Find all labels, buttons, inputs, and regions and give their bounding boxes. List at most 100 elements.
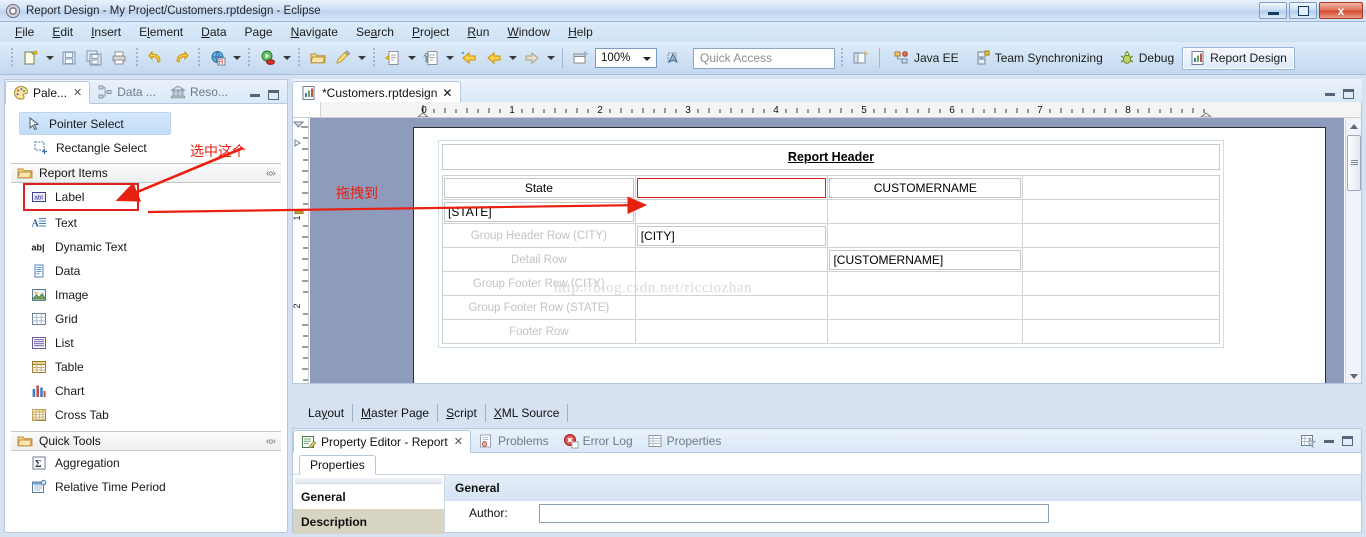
tab-palette[interactable]: Pale... ✕ xyxy=(5,81,91,104)
undo-icon[interactable] xyxy=(144,47,167,70)
table-row[interactable]: Footer Row xyxy=(442,319,1220,344)
scroll-down-button[interactable] xyxy=(1346,368,1361,383)
maximize-property-view-icon[interactable] xyxy=(1342,436,1353,446)
perspective-javaee[interactable]: Java EE xyxy=(886,47,967,70)
inner-tab-properties[interactable]: Properties xyxy=(299,455,376,475)
minimize-button[interactable] xyxy=(1259,2,1287,19)
menu-window[interactable]: Window xyxy=(498,23,559,41)
report-header-cell[interactable]: Report Header xyxy=(442,144,1220,170)
palette-item-grid[interactable]: Grid xyxy=(11,307,281,331)
tab-error-log[interactable]: Error Log xyxy=(556,430,640,452)
tab-data-explorer[interactable]: Data ... xyxy=(90,81,163,103)
new-dropdown-arrow[interactable] xyxy=(43,47,56,69)
cell-state-header[interactable]: State xyxy=(444,177,634,198)
tab-script[interactable]: Script xyxy=(438,404,486,422)
table-row[interactable]: [STATE] xyxy=(442,199,1220,224)
property-nav-description[interactable]: Description xyxy=(293,509,444,534)
menu-navigate[interactable]: Navigate xyxy=(282,23,347,41)
table-row[interactable]: Group Footer Row (STATE) xyxy=(442,295,1220,320)
property-nav-general[interactable]: General xyxy=(293,484,444,509)
maximize-view-icon[interactable] xyxy=(268,90,279,100)
tab-resource-explorer[interactable]: Reso... xyxy=(163,81,235,103)
menu-insert[interactable]: Insert xyxy=(82,23,130,41)
tab-property-editor[interactable]: Property Editor - Report ✕ xyxy=(293,430,471,453)
next-annotation-icon[interactable] xyxy=(381,47,404,70)
forward-dropdown-arrow[interactable] xyxy=(544,47,557,69)
close-button[interactable]: x xyxy=(1319,2,1363,19)
close-icon[interactable]: ✕ xyxy=(442,86,452,100)
report-page[interactable]: Report Header State CUSTOMERNAME [STATE]… xyxy=(413,127,1326,383)
design-canvas[interactable]: Report Header State CUSTOMERNAME [STATE]… xyxy=(310,118,1344,383)
view-menu-icon[interactable] xyxy=(1300,433,1316,449)
print-icon[interactable] xyxy=(107,47,130,70)
palette-tool-rectangle-select[interactable]: Rectangle Select xyxy=(11,136,281,159)
fit-page-icon[interactable] xyxy=(661,47,684,70)
editor-vertical-scrollbar[interactable] xyxy=(1345,118,1361,383)
forward-history-icon[interactable] xyxy=(482,47,505,70)
collapse-icon[interactable]: «» xyxy=(266,436,276,447)
menu-edit[interactable]: Edit xyxy=(43,23,82,41)
table-row[interactable]: Detail Row [CUSTOMERNAME] xyxy=(442,247,1220,272)
next-annotation-dropdown-arrow[interactable] xyxy=(405,47,418,69)
palette-item-chart[interactable]: Chart xyxy=(11,379,281,403)
cell-customername-binding[interactable]: [CUSTOMERNAME] xyxy=(829,249,1022,270)
open-perspective-icon[interactable] xyxy=(849,47,872,70)
cell-state-binding[interactable]: [STATE] xyxy=(444,201,634,222)
tab-problems[interactable]: Problems xyxy=(471,430,556,452)
cell-customername-header[interactable]: CUSTOMERNAME xyxy=(829,177,1022,198)
cell-city-header-dropzone[interactable] xyxy=(636,177,827,198)
tab-customers-rptdesign[interactable]: *Customers.rptdesign ✕ xyxy=(292,81,462,104)
save-icon[interactable] xyxy=(57,47,80,70)
open-folder-icon[interactable] xyxy=(306,47,329,70)
previous-annotation-icon[interactable] xyxy=(419,47,442,70)
close-icon[interactable]: ✕ xyxy=(454,435,463,448)
back-dropdown-arrow[interactable] xyxy=(506,47,519,69)
run-dropdown-arrow[interactable] xyxy=(280,47,293,69)
scroll-up-button[interactable] xyxy=(1346,118,1361,134)
format-dropdown-arrow[interactable] xyxy=(355,47,368,69)
palette-group-quick-tools[interactable]: Quick Tools «» xyxy=(11,431,281,451)
close-icon[interactable]: ✕ xyxy=(73,86,82,99)
table-row[interactable]: Group Footer Row (CITY) xyxy=(442,271,1220,296)
menu-file[interactable]: File xyxy=(6,23,43,41)
palette-tool-pointer-select[interactable]: Pointer Select xyxy=(19,112,171,135)
palette-item-image[interactable]: Image xyxy=(11,283,281,307)
menu-page[interactable]: Page xyxy=(236,23,282,41)
tab-layout[interactable]: Layout xyxy=(300,404,354,422)
palette-item-dynamic-text[interactable]: ab| Dynamic Text xyxy=(11,235,281,259)
previous-annotation-dropdown-arrow[interactable] xyxy=(443,47,456,69)
menu-project[interactable]: Project xyxy=(403,23,458,41)
palette-item-aggregation[interactable]: Σ Aggregation xyxy=(11,451,281,475)
new-icon[interactable] xyxy=(19,47,42,70)
menu-run[interactable]: Run xyxy=(458,23,498,41)
horizontal-ruler[interactable]: 0 12 34 56 78 xyxy=(293,102,1361,118)
preview-dropdown-arrow[interactable] xyxy=(230,47,243,69)
minimize-property-view-icon[interactable] xyxy=(1324,439,1334,443)
palette-item-table[interactable]: Table xyxy=(11,355,281,379)
cell-city-binding[interactable]: [CITY] xyxy=(636,225,827,246)
palette-item-data[interactable]: Data xyxy=(11,259,281,283)
menu-search[interactable]: Search xyxy=(347,23,403,41)
perspective-team-sync[interactable]: Team Synchronizing xyxy=(967,47,1111,70)
palette-group-report-items[interactable]: Report Items «» xyxy=(11,163,281,183)
zoom-combo[interactable]: 100% xyxy=(595,48,657,68)
palette-item-label[interactable]: abl Label xyxy=(23,183,139,211)
back-history-icon[interactable] xyxy=(457,47,480,70)
palette-item-list[interactable]: List xyxy=(11,331,281,355)
palette-item-text[interactable]: A Text xyxy=(11,211,281,235)
menu-data[interactable]: Data xyxy=(192,23,235,41)
tab-xml-source[interactable]: XML Source xyxy=(486,404,569,422)
new-editor-icon[interactable] xyxy=(569,47,592,70)
restore-button[interactable] xyxy=(1289,2,1317,19)
vertical-ruler[interactable]: 1 2 xyxy=(293,118,309,383)
format-brush-icon[interactable] xyxy=(331,47,354,70)
maximize-editor-icon[interactable] xyxy=(1343,89,1354,99)
collapse-icon[interactable]: «» xyxy=(266,168,276,179)
palette-item-cross-tab[interactable]: Cross Tab xyxy=(11,403,281,427)
minimize-editor-icon[interactable] xyxy=(1325,92,1335,96)
menu-help[interactable]: Help xyxy=(559,23,602,41)
menu-element[interactable]: Element xyxy=(130,23,192,41)
author-field[interactable] xyxy=(539,503,1049,523)
quick-access-input[interactable]: Quick Access xyxy=(693,47,835,69)
perspective-debug[interactable]: Debug xyxy=(1111,47,1182,70)
